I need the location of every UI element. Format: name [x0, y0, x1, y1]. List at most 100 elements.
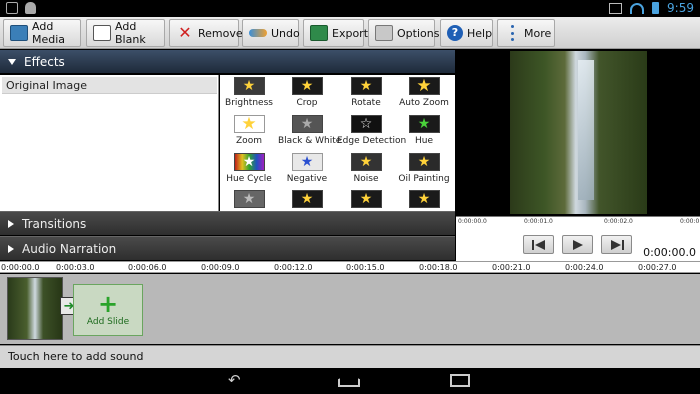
back-icon[interactable]: ↶: [228, 373, 241, 388]
preview-ruler-label: 0:00:01.0: [524, 218, 553, 225]
more-label: More: [524, 26, 552, 40]
more-button[interactable]: More: [497, 19, 555, 47]
remove-button[interactable]: ✕ Remove: [169, 19, 243, 47]
effect-noise[interactable]: ★ Noise: [337, 153, 395, 193]
preview-ruler-label: 0:00:02.0: [604, 218, 633, 225]
more-vertical-icon: [510, 25, 514, 41]
effect-label: Brightness: [225, 98, 273, 108]
zoom-thumbnail: ★: [233, 115, 265, 133]
skip-back-icon: [531, 239, 545, 250]
help-icon: ?: [447, 25, 463, 41]
effects-section-header[interactable]: Effects: [0, 50, 455, 74]
status-time: 9:59: [667, 1, 694, 15]
audio-narration-title: Audio Narration: [22, 241, 117, 256]
collapse-arrow-icon: [8, 219, 14, 228]
transitions-title: Transitions: [22, 216, 87, 231]
effect-thumbnail: ★: [233, 190, 265, 208]
crop-thumbnail: ★: [291, 77, 323, 95]
negative-thumbnail: ★: [291, 153, 323, 171]
effect-crop[interactable]: ★ Crop: [278, 77, 336, 117]
undo-button[interactable]: Undo: [242, 19, 300, 47]
options-label: Options: [397, 26, 440, 40]
undo-label: Undo: [271, 26, 300, 40]
effect-label: Black & White: [278, 136, 342, 146]
timeline-ruler-label: 0:00:03.0: [56, 263, 95, 272]
timeline-ruler-label: 0:00:18.0: [419, 263, 458, 272]
effect-negative[interactable]: ★ Negative: [278, 153, 336, 193]
edge-detection-thumbnail: ☆: [350, 115, 382, 133]
export-button[interactable]: Export: [303, 19, 368, 47]
recent-apps-icon[interactable]: [450, 374, 470, 387]
noise-thumbnail: ★: [350, 153, 382, 171]
add-blank-label: Add Blank: [115, 20, 146, 46]
hue-cycle-thumbnail: ★: [233, 153, 265, 171]
preview-ruler: 0:00:00.0 0:00:01.0 0:00:02.0 0:00:0: [456, 216, 700, 226]
undo-arrow-icon: [249, 29, 267, 37]
gallery-notification-icon: [6, 2, 18, 14]
effect-edge-detection[interactable]: ☆ Edge Detection: [337, 115, 406, 155]
skip-forward-button[interactable]: [601, 235, 632, 254]
black-white-thumbnail: ★: [291, 115, 323, 133]
effect-label: Zoom: [236, 136, 262, 146]
export-icon: [310, 25, 328, 41]
timeline-ruler-label: 0:00:00.0: [1, 263, 40, 272]
effect-rotate[interactable]: ★ Rotate: [337, 77, 395, 117]
add-media-label: Add Media: [32, 20, 66, 46]
list-item-original-image[interactable]: Original Image: [2, 77, 217, 94]
effect-label: Auto Zoom: [399, 98, 449, 108]
remove-label: Remove: [198, 26, 243, 40]
effect-black-white[interactable]: ★ Black & White: [278, 115, 342, 155]
plus-icon: +: [97, 290, 119, 318]
waterfall-highlight: [578, 60, 594, 200]
add-blank-button[interactable]: Add Blank: [86, 19, 165, 47]
effect-brightness[interactable]: ★ Brightness: [220, 77, 278, 117]
effect-hue-cycle[interactable]: ★ Hue Cycle: [220, 153, 278, 193]
remove-x-icon: ✕: [178, 23, 192, 42]
home-icon[interactable]: [338, 374, 360, 387]
play-button[interactable]: [562, 235, 593, 254]
help-button[interactable]: ? Help: [440, 19, 493, 47]
timeline-ruler-label: 0:00:12.0: [274, 263, 313, 272]
effect-partial[interactable]: ★: [337, 190, 395, 211]
add-media-button[interactable]: Add Media: [3, 19, 81, 47]
preview-time: 0:00:00.0: [643, 246, 696, 259]
effect-label: Oil Painting: [398, 174, 450, 184]
help-label: Help: [467, 26, 493, 40]
options-button[interactable]: Options: [368, 19, 439, 47]
brightness-thumbnail: ★: [233, 77, 265, 95]
effect-auto-zoom[interactable]: ★ Auto Zoom: [395, 77, 453, 117]
effect-thumbnail: ★: [408, 190, 440, 208]
effect-oil-painting[interactable]: ★ Oil Painting: [395, 153, 453, 193]
effect-partial[interactable]: ★: [220, 190, 278, 211]
storyboard-timeline: ➜ + Add Slide: [0, 274, 700, 344]
effect-zoom[interactable]: ★ Zoom: [220, 115, 278, 155]
toolbar: Add Media Add Blank ✕ Remove Undo Export…: [0, 17, 700, 49]
effect-hue[interactable]: ★ Hue: [395, 115, 453, 155]
skip-forward-icon: [610, 239, 624, 250]
navigation-bar: ↶: [0, 368, 700, 394]
expand-arrow-icon: [8, 58, 16, 65]
wifi-icon: [630, 2, 645, 14]
add-media-icon: [10, 25, 28, 41]
skip-back-button[interactable]: [523, 235, 554, 254]
add-slide-label: Add Slide: [86, 317, 130, 327]
timeline-ruler: 0:00:00.0 0:00:03.0 0:00:06.0 0:00:09.0 …: [0, 261, 700, 273]
play-icon: [572, 239, 583, 250]
effect-label: Crop: [296, 98, 318, 108]
effect-partial[interactable]: ★: [395, 190, 453, 211]
sync-icon: [609, 2, 623, 14]
effect-label: Rotate: [351, 98, 381, 108]
timeline-ruler-label: 0:00:27.0: [638, 263, 677, 272]
add-sound-bar[interactable]: Touch here to add sound: [0, 345, 700, 368]
audio-narration-section-header[interactable]: Audio Narration: [0, 236, 455, 260]
options-icon: [375, 25, 393, 41]
hue-thumbnail: ★: [408, 115, 440, 133]
slide-thumbnail[interactable]: [7, 277, 63, 340]
effect-label: Hue: [414, 136, 433, 146]
oil-painting-thumbnail: ★: [408, 153, 440, 171]
effect-partial[interactable]: ★: [278, 190, 336, 211]
auto-zoom-thumbnail: ★: [408, 77, 440, 95]
effect-thumbnail: ★: [291, 190, 323, 208]
add-slide-button[interactable]: + Add Slide: [73, 284, 143, 336]
transitions-section-header[interactable]: Transitions: [0, 211, 455, 235]
